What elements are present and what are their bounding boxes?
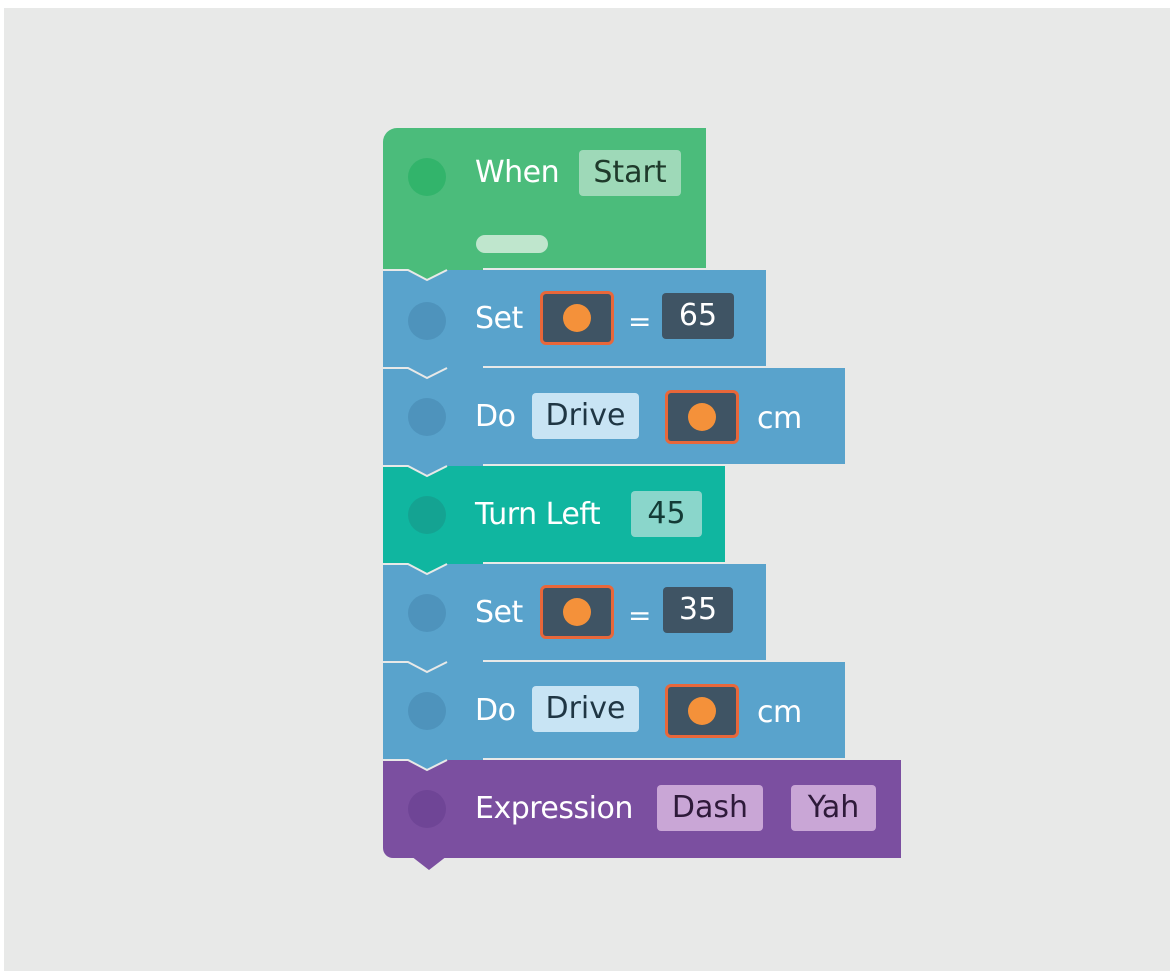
drive-action-dropdown[interactable]: Drive xyxy=(532,393,639,439)
set-label: Set xyxy=(475,301,523,336)
when-start-block[interactable]: When Start xyxy=(383,128,706,268)
block-handle-icon[interactable] xyxy=(408,594,446,632)
sound-dropdown[interactable]: Yah xyxy=(791,785,876,831)
mood-dropdown[interactable]: Dash xyxy=(657,785,763,831)
slot-indicator-icon xyxy=(476,235,548,253)
expression-block[interactable]: Expression Dash Yah xyxy=(383,760,901,858)
unit-label: cm xyxy=(757,401,802,436)
drive-action-dropdown[interactable]: Drive xyxy=(532,686,639,732)
set-variable-block-2[interactable]: Set = 35 xyxy=(383,564,766,660)
block-handle-icon[interactable] xyxy=(408,496,446,534)
turn-left-label: Turn Left xyxy=(475,497,601,532)
when-label: When xyxy=(475,155,560,190)
unit-label: cm xyxy=(757,695,802,730)
block-handle-icon[interactable] xyxy=(408,692,446,730)
equals-sign: = xyxy=(628,305,651,338)
start-trigger-dropdown[interactable]: Start xyxy=(579,150,681,196)
expression-label: Expression xyxy=(475,791,633,826)
orange-dot-icon xyxy=(688,403,716,431)
drive-block-1[interactable]: Do Drive cm xyxy=(383,368,845,464)
do-label: Do xyxy=(475,693,516,728)
set-label: Set xyxy=(475,595,523,630)
orange-dot-icon xyxy=(563,598,591,626)
set-variable-block-1[interactable]: Set = 65 xyxy=(383,270,766,366)
orange-dot-icon xyxy=(688,697,716,725)
block-handle-icon[interactable] xyxy=(408,790,446,828)
orange-dot-icon xyxy=(563,304,591,332)
distance-variable-selector[interactable] xyxy=(665,684,739,738)
do-label: Do xyxy=(475,399,516,434)
value-input[interactable]: 65 xyxy=(662,293,734,339)
distance-variable-selector[interactable] xyxy=(665,390,739,444)
variable-orange-selector[interactable] xyxy=(540,291,614,345)
variable-orange-selector[interactable] xyxy=(540,585,614,639)
equals-sign: = xyxy=(628,599,651,632)
block-handle-icon[interactable] xyxy=(408,302,446,340)
block-handle-icon[interactable] xyxy=(408,398,446,436)
value-input[interactable]: 35 xyxy=(663,587,733,633)
block-handle-icon[interactable] xyxy=(408,158,446,196)
turn-left-block[interactable]: Turn Left 45 xyxy=(383,466,725,562)
angle-input[interactable]: 45 xyxy=(631,491,702,537)
drive-block-2[interactable]: Do Drive cm xyxy=(383,662,845,758)
